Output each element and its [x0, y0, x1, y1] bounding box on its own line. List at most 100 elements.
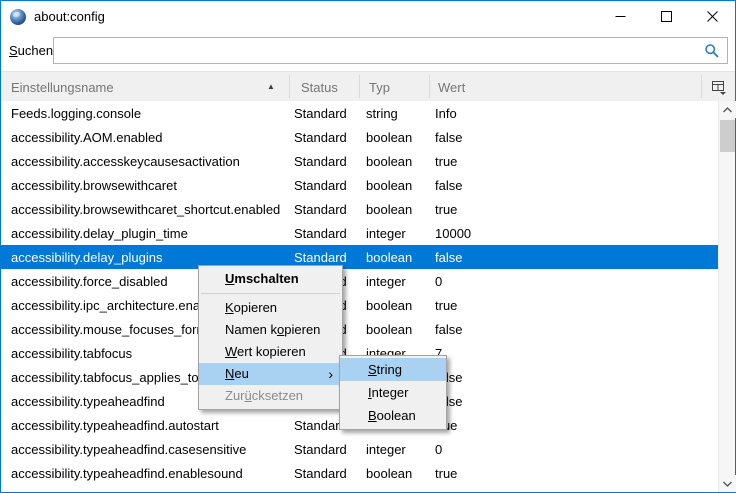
- column-picker-button[interactable]: [706, 75, 732, 99]
- table-header: Einstellungsname ▲ Status Typ Wert: [1, 71, 735, 101]
- maximize-icon: [661, 11, 672, 22]
- minimize-icon: [615, 11, 626, 22]
- submenu-item-string[interactable]: String: [340, 358, 446, 381]
- table-row[interactable]: accessibility.mouse_focuses_formcontrolS…: [1, 317, 718, 341]
- table-row[interactable]: Feeds.logging.consoleStandardstringInfo: [1, 101, 718, 125]
- maximize-button[interactable]: [643, 1, 689, 32]
- menu-item-umschalten[interactable]: Umschalten: [199, 268, 342, 290]
- submenu-arrow-icon: ›: [328, 363, 333, 385]
- column-header-status[interactable]: Status: [301, 80, 338, 95]
- menu-item-kopieren[interactable]: Kopieren: [199, 297, 342, 319]
- table-row[interactable]: accessibility.typeaheadfind.casesensitiv…: [1, 437, 718, 461]
- cell-typ: boolean: [366, 466, 435, 481]
- minimize-button[interactable]: [597, 1, 643, 32]
- cell-typ: boolean: [366, 298, 435, 313]
- scroll-up-button[interactable]: [719, 101, 736, 118]
- cell-name: accessibility.browsewithcaret_shortcut.e…: [1, 202, 294, 217]
- cell-wert: true: [435, 202, 718, 217]
- cell-wert: false: [435, 322, 718, 337]
- cell-name: accessibility.delay_plugins: [1, 250, 294, 265]
- cell-typ: boolean: [366, 250, 435, 265]
- search-bar: Suchen:: [1, 32, 735, 71]
- title-bar: about:config: [1, 1, 735, 32]
- cell-name: accessibility.typeaheadfind.casesensitiv…: [1, 442, 294, 457]
- menu-item-label: Boolean: [368, 408, 416, 423]
- table-row[interactable]: accessibility.delay_plugin_timeStandardi…: [1, 221, 718, 245]
- cell-name: accessibility.typeaheadfind.enablesound: [1, 466, 294, 481]
- cell-wert: 10000: [435, 226, 718, 241]
- cell-typ: boolean: [366, 130, 435, 145]
- cell-wert: false: [435, 250, 718, 265]
- menu-item-label: Umschalten: [225, 271, 299, 286]
- cell-wert: Info: [435, 106, 718, 121]
- cell-name: accessibility.delay_plugin_time: [1, 226, 294, 241]
- menu-item-neu[interactable]: Neu ›: [199, 363, 342, 385]
- cell-typ: boolean: [366, 202, 435, 217]
- cell-typ: string: [366, 106, 435, 121]
- column-header-typ[interactable]: Typ: [369, 80, 390, 95]
- table-row[interactable]: accessibility.browsewithcaret_shortcut.e…: [1, 197, 718, 221]
- column-header-name[interactable]: Einstellungsname: [11, 80, 114, 95]
- window-title: about:config: [34, 9, 105, 24]
- cell-typ: integer: [366, 442, 435, 457]
- cell-wert: false: [435, 178, 718, 193]
- cell-name: Feeds.logging.console: [1, 106, 294, 121]
- table-row[interactable]: accessibility.delay_pluginsStandardboole…: [1, 245, 718, 269]
- cell-wert: true: [435, 466, 718, 481]
- cell-name: accessibility.browsewithcaret: [1, 178, 294, 193]
- cell-wert: true: [435, 154, 718, 169]
- cell-name: accessibility.typeaheadfind.autostart: [1, 418, 294, 433]
- app-window: about:config Suchen: Einstellungsname ▲ …: [0, 0, 736, 493]
- cell-wert: false: [435, 394, 718, 409]
- search-label-accesskey: S: [9, 43, 18, 58]
- cell-status: Standard: [294, 250, 366, 265]
- menu-separator: [201, 293, 340, 294]
- header-separator: [289, 75, 290, 98]
- table-row[interactable]: accessibility.typeaheadfind.enablesoundS…: [1, 461, 718, 485]
- menu-item-label: Neu: [225, 366, 249, 381]
- search-icon[interactable]: [704, 43, 720, 59]
- column-header-wert[interactable]: Wert: [438, 80, 465, 95]
- cell-wert: 0: [435, 274, 718, 289]
- close-icon: [707, 11, 718, 22]
- cell-wert: 0: [435, 442, 718, 457]
- search-label: Suchen:: [9, 43, 57, 58]
- scrollbar-thumb[interactable]: [720, 120, 735, 152]
- cell-typ: integer: [366, 274, 435, 289]
- cell-wert: false: [435, 370, 718, 385]
- header-separator: [429, 75, 430, 98]
- new-pref-submenu: StringInteger Boolean: [339, 355, 447, 430]
- cell-typ: boolean: [366, 178, 435, 193]
- search-label-text: uchen:: [18, 43, 57, 58]
- cell-typ: boolean: [366, 154, 435, 169]
- vertical-scrollbar[interactable]: [718, 101, 735, 492]
- menu-item-namen-kopieren[interactable]: Namen kopieren: [199, 319, 342, 341]
- cell-wert: true: [435, 298, 718, 313]
- header-separator: [359, 75, 360, 98]
- table-row[interactable]: accessibility.force_disabledStandardinte…: [1, 269, 718, 293]
- scroll-down-button[interactable]: [719, 475, 736, 492]
- cell-status: Standard: [294, 106, 366, 121]
- cell-wert: true: [435, 418, 718, 433]
- chevron-down-icon: [723, 481, 732, 487]
- table-row[interactable]: accessibility.browsewithcaretStandardboo…: [1, 173, 718, 197]
- menu-item-label: Kopieren: [225, 300, 277, 315]
- window-controls: [597, 1, 735, 32]
- table-row[interactable]: accessibility.accesskeycausesactivationS…: [1, 149, 718, 173]
- cell-wert: 7: [435, 346, 718, 361]
- table-row[interactable]: accessibility.ipc_architecture.enabledSt…: [1, 293, 718, 317]
- menu-item-label: Zurücksetzen: [225, 388, 303, 403]
- cell-typ: integer: [366, 226, 435, 241]
- close-button[interactable]: [689, 1, 735, 32]
- menu-item-label: Wert kopieren: [225, 344, 306, 359]
- submenu-item-boolean[interactable]: Boolean: [340, 404, 446, 427]
- preferences-table: Feeds.logging.consoleStandardstringInfoa…: [1, 101, 735, 492]
- menu-item-wert-kopieren[interactable]: Wert kopieren: [199, 341, 342, 363]
- search-input[interactable]: [53, 37, 728, 64]
- table-row[interactable]: accessibility.AOM.enabledStandardboolean…: [1, 125, 718, 149]
- menu-item-label: Namen kopieren: [225, 322, 320, 337]
- submenu-item-integer[interactable]: Integer: [340, 381, 446, 404]
- cell-status: Standard: [294, 442, 366, 457]
- cell-name: accessibility.accesskeycausesactivation: [1, 154, 294, 169]
- sort-ascending-icon: ▲: [267, 82, 275, 91]
